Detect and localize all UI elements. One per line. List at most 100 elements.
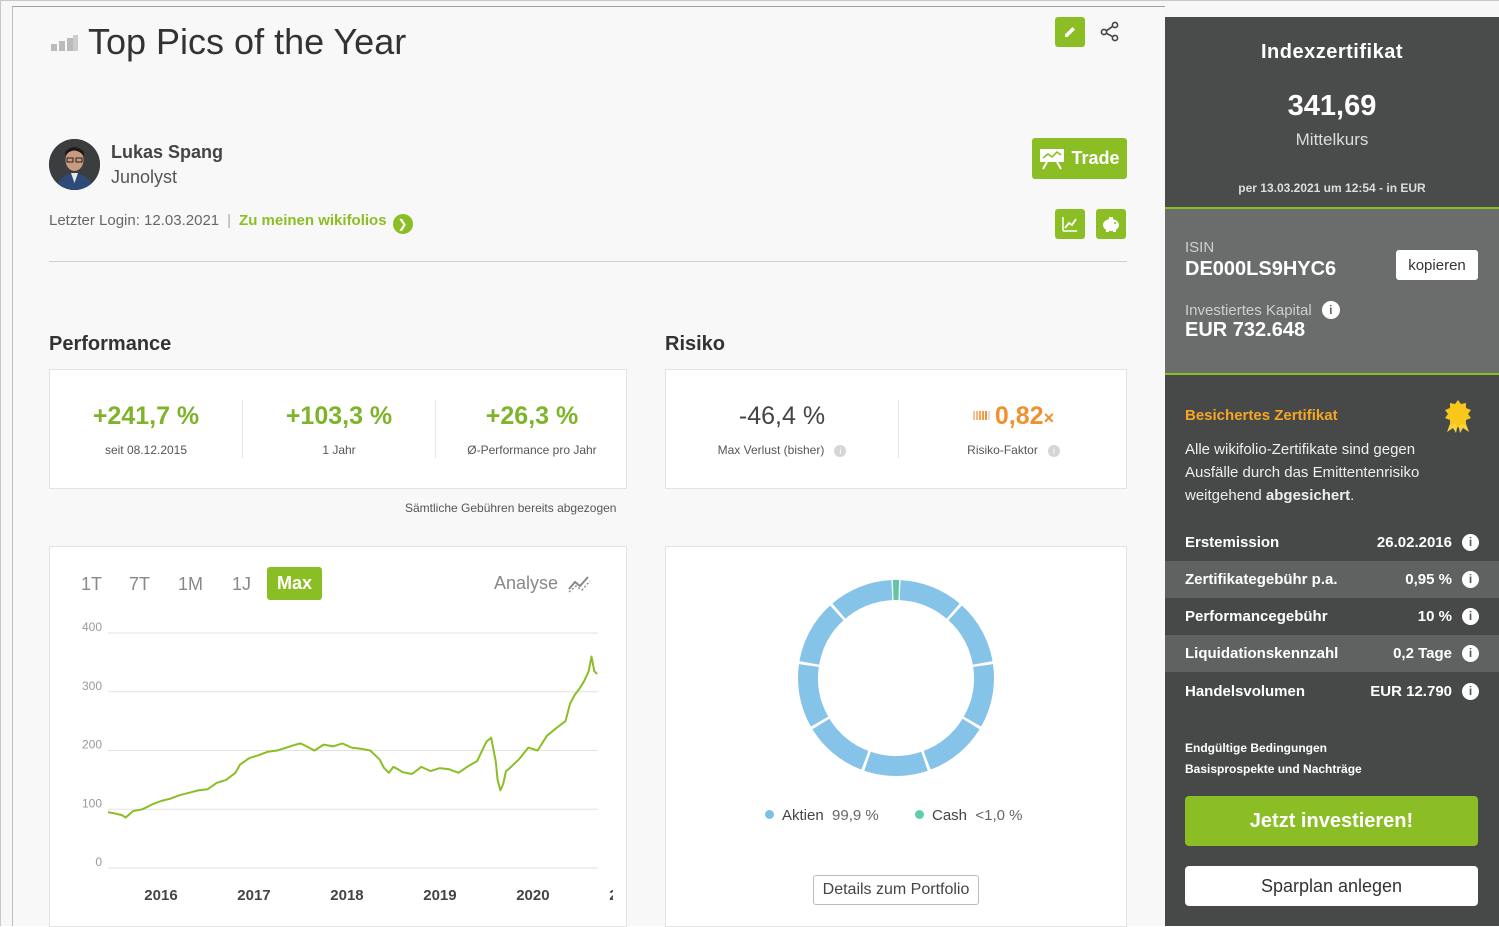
kpi-max-loss: -46,4 % Max Verlust (bisher) i: [666, 402, 898, 457]
donut-slice-aktien[interactable]: [867, 761, 924, 766]
secured-bold: abgesichert: [1266, 487, 1350, 504]
row-certificate-fee: Zertifikategebühr p.a.0,95 %i: [1165, 561, 1499, 598]
donut-slice-aktien[interactable]: [955, 613, 982, 663]
line-chart-icon: [1061, 215, 1079, 233]
donut-slice-aktien[interactable]: [900, 590, 953, 611]
info-icon[interactable]: i: [834, 445, 846, 457]
tab-7t[interactable]: 7T: [129, 574, 150, 595]
trade-button[interactable]: Trade: [1032, 138, 1127, 179]
row-value: 10 %: [1418, 608, 1452, 625]
legend-value: <1,0 %: [975, 807, 1022, 824]
trade-icon: [1039, 148, 1065, 170]
risk-title: Risiko: [665, 333, 725, 356]
row-value: EUR 12.790: [1370, 683, 1452, 700]
row-label: Erstemission: [1185, 534, 1279, 551]
info-icon[interactable]: i: [1462, 534, 1479, 551]
kpi-label: Risiko-Faktor: [967, 443, 1038, 457]
bar-chart-icon: [51, 35, 79, 51]
terms-link[interactable]: Endgültige Bedingungen: [1185, 741, 1327, 755]
sidebar: Indexzertifikat 341,69 Mittelkurs per 13…: [1165, 17, 1499, 926]
row-value: 26.02.2016: [1377, 534, 1452, 551]
prospectus-link[interactable]: Basisprospekte und Nachträge: [1185, 762, 1362, 776]
donut-slice-aktien[interactable]: [972, 666, 984, 722]
price-value: 341,69: [1165, 90, 1499, 123]
info-icon[interactable]: i: [1462, 645, 1479, 662]
info-icon[interactable]: i: [1462, 683, 1479, 700]
separator: |: [227, 212, 231, 229]
kpi-value: +241,7 %: [50, 402, 242, 431]
donut-slice-aktien[interactable]: [821, 724, 865, 760]
copy-isin-button[interactable]: kopieren: [1396, 250, 1478, 280]
info-icon[interactable]: i: [1462, 571, 1479, 588]
analyse-button[interactable]: Analyse: [494, 573, 592, 594]
x-tick-label: 2021: [609, 887, 613, 904]
kpi-label-row: Risiko-Faktor i: [899, 443, 1128, 457]
donut-slice-aktien[interactable]: [808, 666, 820, 722]
share-icon: [1099, 21, 1121, 43]
risk-card: -46,4 % Max Verlust (bisher) i 0,82× Risi…: [665, 369, 1127, 489]
y-tick-label: 400: [82, 620, 102, 634]
tab-max[interactable]: Max: [267, 567, 322, 600]
risk-meter-icon: [973, 409, 991, 421]
x-tick-label: 2020: [516, 887, 549, 904]
capital-label: Investiertes Kapital: [1185, 302, 1312, 319]
savings-button[interactable]: [1096, 209, 1126, 239]
savings-plan-button[interactable]: Sparplan anlegen: [1185, 866, 1478, 906]
legend-aktien: Aktien 99,9 %: [765, 807, 879, 824]
login-line: Letzter Login: 12.03.2021|Zu meinen wiki…: [49, 212, 413, 234]
share-button[interactable]: [1099, 21, 1121, 43]
info-icon[interactable]: i: [1048, 445, 1060, 457]
performance-line[interactable]: [108, 657, 597, 818]
trader-name[interactable]: Lukas Spang: [111, 142, 223, 163]
capital-label-row: Investiertes Kapital i: [1185, 301, 1340, 319]
donut-slice-aktien[interactable]: [927, 724, 971, 760]
portfolio-details-button[interactable]: Details zum Portfolio: [813, 875, 979, 905]
kpi-label: Max Verlust (bisher): [718, 443, 825, 457]
portfolio-donut-chart[interactable]: [795, 577, 997, 779]
details-panel: Besichertes Zertifikat Alle wikifolio-Ze…: [1165, 373, 1499, 926]
performance-title: Performance: [49, 333, 171, 356]
performance-chart[interactable]: 0100200300400201620172018201920202021: [63, 613, 613, 913]
chevron-right-icon[interactable]: ❯: [393, 214, 413, 234]
row-liquidation: Liquidationskennzahl0,2 Tagei: [1165, 635, 1499, 672]
info-icon[interactable]: i: [1322, 301, 1340, 319]
kpi-value: +103,3 %: [243, 402, 435, 431]
kpi-value-row: 0,82×: [899, 402, 1128, 431]
edit-button[interactable]: [1055, 17, 1085, 47]
trader-role: Junolyst: [111, 167, 177, 188]
kpi-value: +26,3 %: [436, 402, 628, 431]
price-panel: Indexzertifikat 341,69 Mittelkurs per 13…: [1165, 17, 1499, 208]
row-label: Handelsvolumen: [1185, 683, 1305, 700]
kpi-value: -46,4 %: [666, 402, 898, 431]
invest-button[interactable]: Jetzt investieren!: [1185, 796, 1478, 846]
donut-slice-aktien[interactable]: [839, 590, 892, 611]
secured-text-block: Alle wikifolio-Zertifikate sind gegen Au…: [1185, 438, 1455, 507]
row-label: Zertifikategebühr p.a.: [1185, 571, 1338, 588]
my-wikifolios-link[interactable]: Zu meinen wikifolios: [239, 212, 387, 229]
info-icon[interactable]: i: [1462, 608, 1479, 625]
times-sign: ×: [1044, 408, 1055, 428]
isin-value[interactable]: DE000LS9HYC6: [1185, 258, 1336, 281]
tab-1t[interactable]: 1T: [81, 574, 102, 595]
capital-value: EUR 732.648: [1185, 319, 1305, 342]
x-tick-label: 2016: [144, 887, 177, 904]
legend-cash: Cash <1,0 %: [915, 807, 1023, 824]
donut-slice-aktien[interactable]: [809, 613, 836, 663]
tab-1j[interactable]: 1J: [232, 574, 251, 595]
legend-value: 99,9 %: [832, 807, 879, 824]
analyse-label: Analyse: [494, 573, 558, 594]
tab-1m[interactable]: 1M: [178, 574, 203, 595]
row-erstemission: Erstemission 26.02.2016 i: [1165, 524, 1499, 561]
legend-name: Aktien: [782, 807, 824, 824]
kpi-label: 1 Jahr: [243, 443, 435, 457]
fees-note: Sämtliche Gebühren bereits abgezogen: [405, 501, 616, 515]
kpi-avg-per-year: +26,3 % Ø-Performance pro Jahr: [436, 402, 628, 457]
piggy-bank-icon: [1101, 215, 1121, 233]
avatar[interactable]: [49, 139, 100, 190]
chart-compare-button[interactable]: [1055, 209, 1085, 239]
row-label: Liquidationskennzahl: [1185, 645, 1338, 662]
product-type: Indexzertifikat: [1165, 41, 1499, 64]
kpi-label: Ø-Performance pro Jahr: [436, 443, 628, 457]
isin-panel: ISIN DE000LS9HYC6 kopieren Investiertes …: [1165, 209, 1499, 373]
row-label: Performancegebühr: [1185, 608, 1328, 625]
